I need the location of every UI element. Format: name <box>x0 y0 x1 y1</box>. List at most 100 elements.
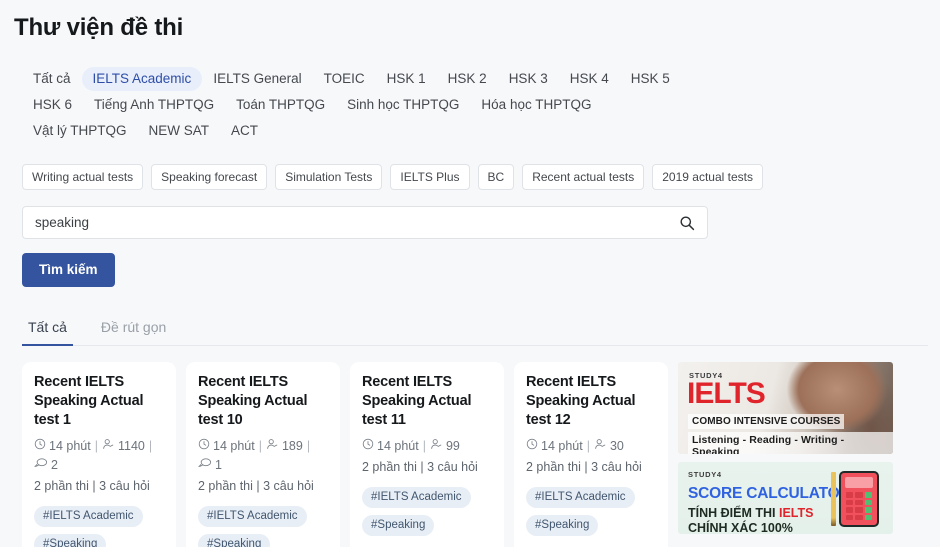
card-tag-list: #IELTS Academic #Speaking <box>34 506 164 547</box>
category-pill-new-sat[interactable]: NEW SAT <box>138 119 221 143</box>
result-card[interactable]: Recent IELTS Speaking Actual test 12 14 p… <box>514 362 668 547</box>
person-icon <box>102 437 115 456</box>
result-tab-list: Tất cả Đề rút gọn <box>22 315 928 346</box>
clock-icon <box>198 437 210 456</box>
filter-chip-writing-actual-tests[interactable]: Writing actual tests <box>22 164 144 190</box>
result-card[interactable]: Recent IELTS Speaking Actual test 11 14 p… <box>350 362 504 547</box>
card-views: 189 <box>266 437 303 456</box>
card-comments: 2 <box>34 456 58 475</box>
category-pill-hsk-6[interactable]: HSK 6 <box>22 93 83 117</box>
person-icon <box>266 437 279 456</box>
card-views: 30 <box>594 437 624 456</box>
card-tag-list: #IELTS Academic #Speaking <box>362 487 492 536</box>
filter-chip-2019-actual-tests[interactable]: 2019 actual tests <box>652 164 763 190</box>
card-title: Recent IELTS Speaking Actual test 12 <box>526 374 636 428</box>
card-tag[interactable]: #IELTS Academic <box>34 506 143 527</box>
ad-calc-line1-prefix: TÍNH ĐIỂM THI <box>688 506 779 520</box>
ad-combo-headline: IELTS <box>687 377 766 410</box>
search-icon[interactable] <box>679 215 695 231</box>
meta-separator: | <box>258 439 262 453</box>
category-pill-ielts-academic[interactable]: IELTS Academic <box>81 67 203 91</box>
card-tag[interactable]: #Speaking <box>34 534 107 547</box>
ad-calc-line1-accent: IELTS <box>778 506 814 520</box>
category-filter-row: HSK 6 Tiếng Anh THPTQG Toán THPTQG Sinh học… <box>22 92 928 118</box>
filter-chip-recent-actual-tests[interactable]: Recent actual tests <box>522 164 645 190</box>
ad-combo-line2: Listening - Reading - Writing - Speaking <box>688 432 893 454</box>
card-views-text: 99 <box>445 439 460 453</box>
category-filter-row: Vật lý THPTQG NEW SAT ACT <box>22 118 928 144</box>
category-pill-tiếng-anh-thptqg[interactable]: Tiếng Anh THPTQG <box>83 93 225 117</box>
category-pill-hsk-5[interactable]: HSK 5 <box>620 67 681 91</box>
card-tag[interactable]: #Speaking <box>526 515 599 536</box>
ad-combo-line1: COMBO INTENSIVE COURSES <box>688 414 845 429</box>
card-tag[interactable]: #IELTS Academic <box>362 487 471 508</box>
card-comments-text: 1 <box>215 458 222 472</box>
comment-bubble-icon <box>198 456 212 475</box>
card-meta: 14 phút | 30 <box>526 437 656 456</box>
category-pill-hsk-2[interactable]: HSK 2 <box>437 67 498 91</box>
filter-chip-simulation-tests[interactable]: Simulation Tests <box>275 164 383 190</box>
comment-bubble-icon <box>34 456 48 475</box>
ad-combo-intensive-courses[interactable]: STUDY4 IELTS COMBO INTENSIVE COURSES Lis… <box>678 362 893 454</box>
search-input[interactable] <box>35 215 679 230</box>
pencil-icon <box>831 472 836 526</box>
card-views: 1140 <box>102 437 145 456</box>
result-tab-all[interactable]: Tất cả <box>22 315 73 346</box>
card-title: Recent IELTS Speaking Actual test 10 <box>198 374 308 428</box>
category-pill-toeic[interactable]: TOEIC <box>313 67 376 91</box>
card-views-text: 30 <box>609 439 624 453</box>
person-icon <box>594 437 607 456</box>
clock-icon <box>526 437 538 456</box>
category-pill-hsk-1[interactable]: HSK 1 <box>376 67 437 91</box>
category-pill-vật-lý-thptqg[interactable]: Vật lý THPTQG <box>22 119 138 143</box>
card-meta: 14 phút | 1140 | 2 <box>34 437 164 475</box>
card-subinfo: 2 phần thi | 3 câu hỏi <box>362 460 478 474</box>
card-tag[interactable]: #IELTS Academic <box>526 487 635 508</box>
category-pill-hóa-học-thptqg[interactable]: Hóa học THPTQG <box>470 93 602 117</box>
filter-chip-bc[interactable]: BC <box>477 164 515 190</box>
category-pill-hsk-3[interactable]: HSK 3 <box>498 67 559 91</box>
card-views: 99 <box>430 437 460 456</box>
category-pill-tất-cả[interactable]: Tất cả <box>22 67 82 91</box>
card-duration: 14 phút <box>34 437 91 456</box>
ad-sidebar: STUDY4 IELTS COMBO INTENSIVE COURSES Lis… <box>678 362 893 534</box>
card-duration: 14 phút <box>362 437 419 456</box>
person-icon <box>430 437 443 456</box>
calculator-icon <box>839 471 879 527</box>
filter-chip-ielts-plus[interactable]: IELTS Plus <box>390 164 470 190</box>
category-pill-hsk-4[interactable]: HSK 4 <box>559 67 620 91</box>
category-filter-row: Tất cả IELTS Academic IELTS General TOEIC HS… <box>22 66 928 92</box>
category-pill-ielts-general[interactable]: IELTS General <box>202 67 312 91</box>
result-tab-short[interactable]: Đề rút gọn <box>95 315 172 346</box>
card-duration-text: 14 phút <box>377 439 419 453</box>
card-views-text: 1140 <box>117 439 145 453</box>
filter-chip-speaking-forecast[interactable]: Speaking forecast <box>151 164 268 190</box>
card-title: Recent IELTS Speaking Actual test 1 <box>34 374 144 428</box>
results-area: Recent IELTS Speaking Actual test 1 14 ph… <box>22 362 928 547</box>
card-duration: 14 phút <box>198 437 255 456</box>
filter-chip-list: Writing actual tests Speaking forecast Sim… <box>12 164 928 190</box>
category-pill-sinh-học-thptqg[interactable]: Sinh học THPTQG <box>336 93 470 117</box>
result-card-list: Recent IELTS Speaking Actual test 1 14 ph… <box>22 362 668 547</box>
card-meta: 14 phút | 99 <box>362 437 492 456</box>
search-button[interactable]: Tìm kiếm <box>22 253 115 287</box>
card-title: Recent IELTS Speaking Actual test 11 <box>362 374 472 428</box>
category-pill-toán-thptqg[interactable]: Toán THPTQG <box>225 93 336 117</box>
search-bar[interactable] <box>22 206 708 239</box>
page-title: Thư viện đề thi <box>14 14 184 41</box>
card-duration-text: 14 phút <box>541 439 583 453</box>
meta-separator: | <box>94 439 98 453</box>
result-card[interactable]: Recent IELTS Speaking Actual test 10 14 p… <box>186 362 340 547</box>
meta-separator: | <box>306 439 311 453</box>
category-pill-act[interactable]: ACT <box>220 119 269 143</box>
result-card[interactable]: Recent IELTS Speaking Actual test 1 14 ph… <box>22 362 176 547</box>
card-subinfo: 2 phần thi | 3 câu hỏi <box>526 460 642 474</box>
meta-separator: | <box>586 439 590 453</box>
ad-score-calculator[interactable]: STUDY4 SCORE CALCULATOR TÍNH ĐIỂM THI IE… <box>678 462 893 534</box>
test-library-page: Thư viện đề thi Tất cả IELTS Academic IELT… <box>0 0 940 547</box>
card-subinfo: 2 phần thi | 3 câu hỏi <box>34 479 150 493</box>
card-tag-list: #IELTS Academic #Speaking <box>198 506 328 547</box>
card-tag[interactable]: #Speaking <box>198 534 271 547</box>
card-tag[interactable]: #Speaking <box>362 515 435 536</box>
card-tag[interactable]: #IELTS Academic <box>198 506 307 527</box>
